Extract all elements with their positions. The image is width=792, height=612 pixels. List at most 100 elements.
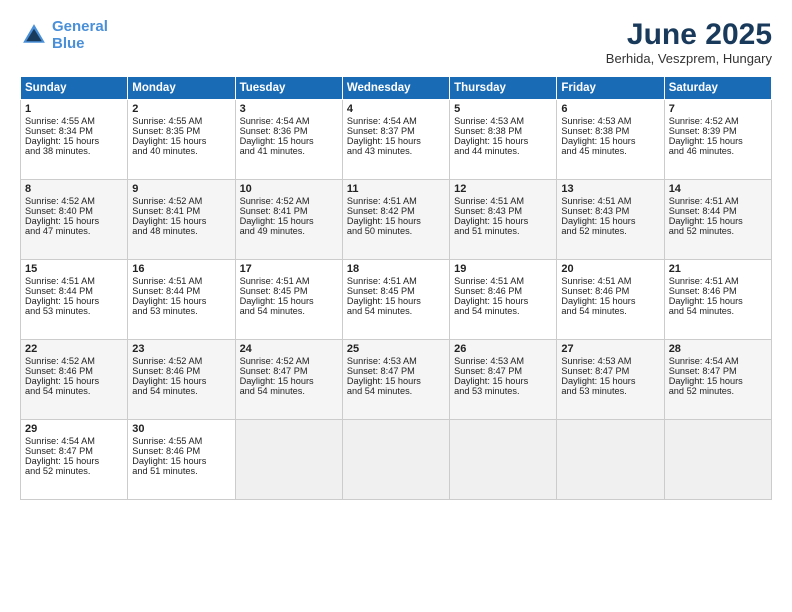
calendar-day-cell: 28Sunrise: 4:54 AMSunset: 8:47 PMDayligh… xyxy=(664,340,771,420)
day-number: 26 xyxy=(454,343,552,355)
day-info-line: Daylight: 15 hours xyxy=(240,216,338,226)
calendar-day-cell: 18Sunrise: 4:51 AMSunset: 8:45 PMDayligh… xyxy=(342,260,449,340)
calendar-header-row: Sunday Monday Tuesday Wednesday Thursday… xyxy=(21,77,772,100)
day-info-line: Sunset: 8:46 PM xyxy=(132,446,230,456)
day-info-line: Sunset: 8:40 PM xyxy=(25,206,123,216)
calendar-day-cell: 8Sunrise: 4:52 AMSunset: 8:40 PMDaylight… xyxy=(21,180,128,260)
day-info-line: Daylight: 15 hours xyxy=(454,136,552,146)
day-number: 24 xyxy=(240,343,338,355)
calendar-day-cell xyxy=(664,420,771,500)
day-info-line: Sunrise: 4:52 AM xyxy=(25,196,123,206)
day-info-line: Daylight: 15 hours xyxy=(561,376,659,386)
day-info-line: Sunset: 8:47 PM xyxy=(561,366,659,376)
day-info-line: and 52 minutes. xyxy=(669,386,767,396)
day-info-line: Daylight: 15 hours xyxy=(347,216,445,226)
day-info-line: Daylight: 15 hours xyxy=(240,136,338,146)
day-info-line: and 54 minutes. xyxy=(132,386,230,396)
day-info-line: Sunset: 8:39 PM xyxy=(669,126,767,136)
day-info-line: Daylight: 15 hours xyxy=(25,296,123,306)
day-info-line: Sunrise: 4:51 AM xyxy=(669,196,767,206)
header-tuesday: Tuesday xyxy=(235,77,342,100)
calendar-day-cell: 26Sunrise: 4:53 AMSunset: 8:47 PMDayligh… xyxy=(450,340,557,420)
day-info-line: Daylight: 15 hours xyxy=(25,136,123,146)
day-info-line: and 53 minutes. xyxy=(454,386,552,396)
day-info-line: Daylight: 15 hours xyxy=(240,296,338,306)
day-info-line: Sunset: 8:42 PM xyxy=(347,206,445,216)
day-number: 22 xyxy=(25,343,123,355)
day-info-line: and 50 minutes. xyxy=(347,226,445,236)
day-number: 5 xyxy=(454,103,552,115)
calendar-day-cell xyxy=(450,420,557,500)
day-info-line: Sunrise: 4:53 AM xyxy=(454,116,552,126)
day-info-line: Sunset: 8:45 PM xyxy=(347,286,445,296)
day-number: 19 xyxy=(454,263,552,275)
day-info-line: Sunset: 8:41 PM xyxy=(132,206,230,216)
day-info-line: Sunrise: 4:53 AM xyxy=(561,356,659,366)
day-info-line: and 48 minutes. xyxy=(132,226,230,236)
day-info-line: Daylight: 15 hours xyxy=(347,376,445,386)
day-info-line: Sunrise: 4:52 AM xyxy=(132,356,230,366)
day-info-line: Daylight: 15 hours xyxy=(561,296,659,306)
day-number: 1 xyxy=(25,103,123,115)
day-info-line: Daylight: 15 hours xyxy=(669,136,767,146)
day-info-line: and 54 minutes. xyxy=(669,306,767,316)
day-info-line: and 53 minutes. xyxy=(561,386,659,396)
day-info-line: and 52 minutes. xyxy=(669,226,767,236)
calendar-week-row: 1Sunrise: 4:55 AMSunset: 8:34 PMDaylight… xyxy=(21,100,772,180)
day-number: 11 xyxy=(347,183,445,195)
day-info-line: Daylight: 15 hours xyxy=(132,456,230,466)
day-info-line: Daylight: 15 hours xyxy=(669,216,767,226)
day-info-line: and 43 minutes. xyxy=(347,146,445,156)
day-info-line: Sunset: 8:44 PM xyxy=(669,206,767,216)
calendar-week-row: 29Sunrise: 4:54 AMSunset: 8:47 PMDayligh… xyxy=(21,420,772,500)
day-number: 29 xyxy=(25,423,123,435)
day-info-line: Sunset: 8:34 PM xyxy=(25,126,123,136)
day-info-line: and 54 minutes. xyxy=(347,306,445,316)
day-info-line: Sunrise: 4:53 AM xyxy=(347,356,445,366)
day-info-line: Sunset: 8:46 PM xyxy=(561,286,659,296)
day-info-line: Daylight: 15 hours xyxy=(132,376,230,386)
day-info-line: and 51 minutes. xyxy=(132,466,230,476)
page-header: General Blue June 2025 Berhida, Veszprem… xyxy=(20,18,772,66)
calendar-day-cell: 20Sunrise: 4:51 AMSunset: 8:46 PMDayligh… xyxy=(557,260,664,340)
calendar-day-cell: 9Sunrise: 4:52 AMSunset: 8:41 PMDaylight… xyxy=(128,180,235,260)
day-info-line: Daylight: 15 hours xyxy=(454,296,552,306)
day-info-line: Sunrise: 4:51 AM xyxy=(347,196,445,206)
day-info-line: Sunset: 8:43 PM xyxy=(454,206,552,216)
day-info-line: Sunrise: 4:51 AM xyxy=(561,276,659,286)
day-info-line: Sunrise: 4:51 AM xyxy=(132,276,230,286)
day-info-line: Sunrise: 4:52 AM xyxy=(132,196,230,206)
day-info-line: Daylight: 15 hours xyxy=(25,216,123,226)
day-info-line: and 46 minutes. xyxy=(669,146,767,156)
calendar-day-cell: 6Sunrise: 4:53 AMSunset: 8:38 PMDaylight… xyxy=(557,100,664,180)
calendar-day-cell: 3Sunrise: 4:54 AMSunset: 8:36 PMDaylight… xyxy=(235,100,342,180)
day-number: 18 xyxy=(347,263,445,275)
day-info-line: Sunrise: 4:55 AM xyxy=(25,116,123,126)
day-info-line: Sunset: 8:43 PM xyxy=(561,206,659,216)
day-info-line: Sunrise: 4:53 AM xyxy=(561,116,659,126)
day-number: 7 xyxy=(669,103,767,115)
day-info-line: Sunrise: 4:51 AM xyxy=(669,276,767,286)
day-info-line: Sunrise: 4:51 AM xyxy=(240,276,338,286)
day-number: 6 xyxy=(561,103,659,115)
day-info-line: Sunrise: 4:52 AM xyxy=(669,116,767,126)
calendar-week-row: 15Sunrise: 4:51 AMSunset: 8:44 PMDayligh… xyxy=(21,260,772,340)
day-info-line: Sunset: 8:35 PM xyxy=(132,126,230,136)
calendar-day-cell: 27Sunrise: 4:53 AMSunset: 8:47 PMDayligh… xyxy=(557,340,664,420)
day-info-line: and 51 minutes. xyxy=(454,226,552,236)
calendar-day-cell xyxy=(235,420,342,500)
header-wednesday: Wednesday xyxy=(342,77,449,100)
day-info-line: Sunset: 8:38 PM xyxy=(561,126,659,136)
day-info-line: Sunset: 8:47 PM xyxy=(454,366,552,376)
day-number: 17 xyxy=(240,263,338,275)
day-info-line: Sunrise: 4:51 AM xyxy=(25,276,123,286)
day-info-line: Daylight: 15 hours xyxy=(561,136,659,146)
header-monday: Monday xyxy=(128,77,235,100)
calendar-day-cell: 13Sunrise: 4:51 AMSunset: 8:43 PMDayligh… xyxy=(557,180,664,260)
day-info-line: Sunrise: 4:52 AM xyxy=(240,196,338,206)
day-info-line: Sunset: 8:37 PM xyxy=(347,126,445,136)
day-info-line: Daylight: 15 hours xyxy=(669,376,767,386)
calendar-day-cell: 22Sunrise: 4:52 AMSunset: 8:46 PMDayligh… xyxy=(21,340,128,420)
day-info-line: Sunrise: 4:53 AM xyxy=(454,356,552,366)
day-info-line: and 52 minutes. xyxy=(561,226,659,236)
